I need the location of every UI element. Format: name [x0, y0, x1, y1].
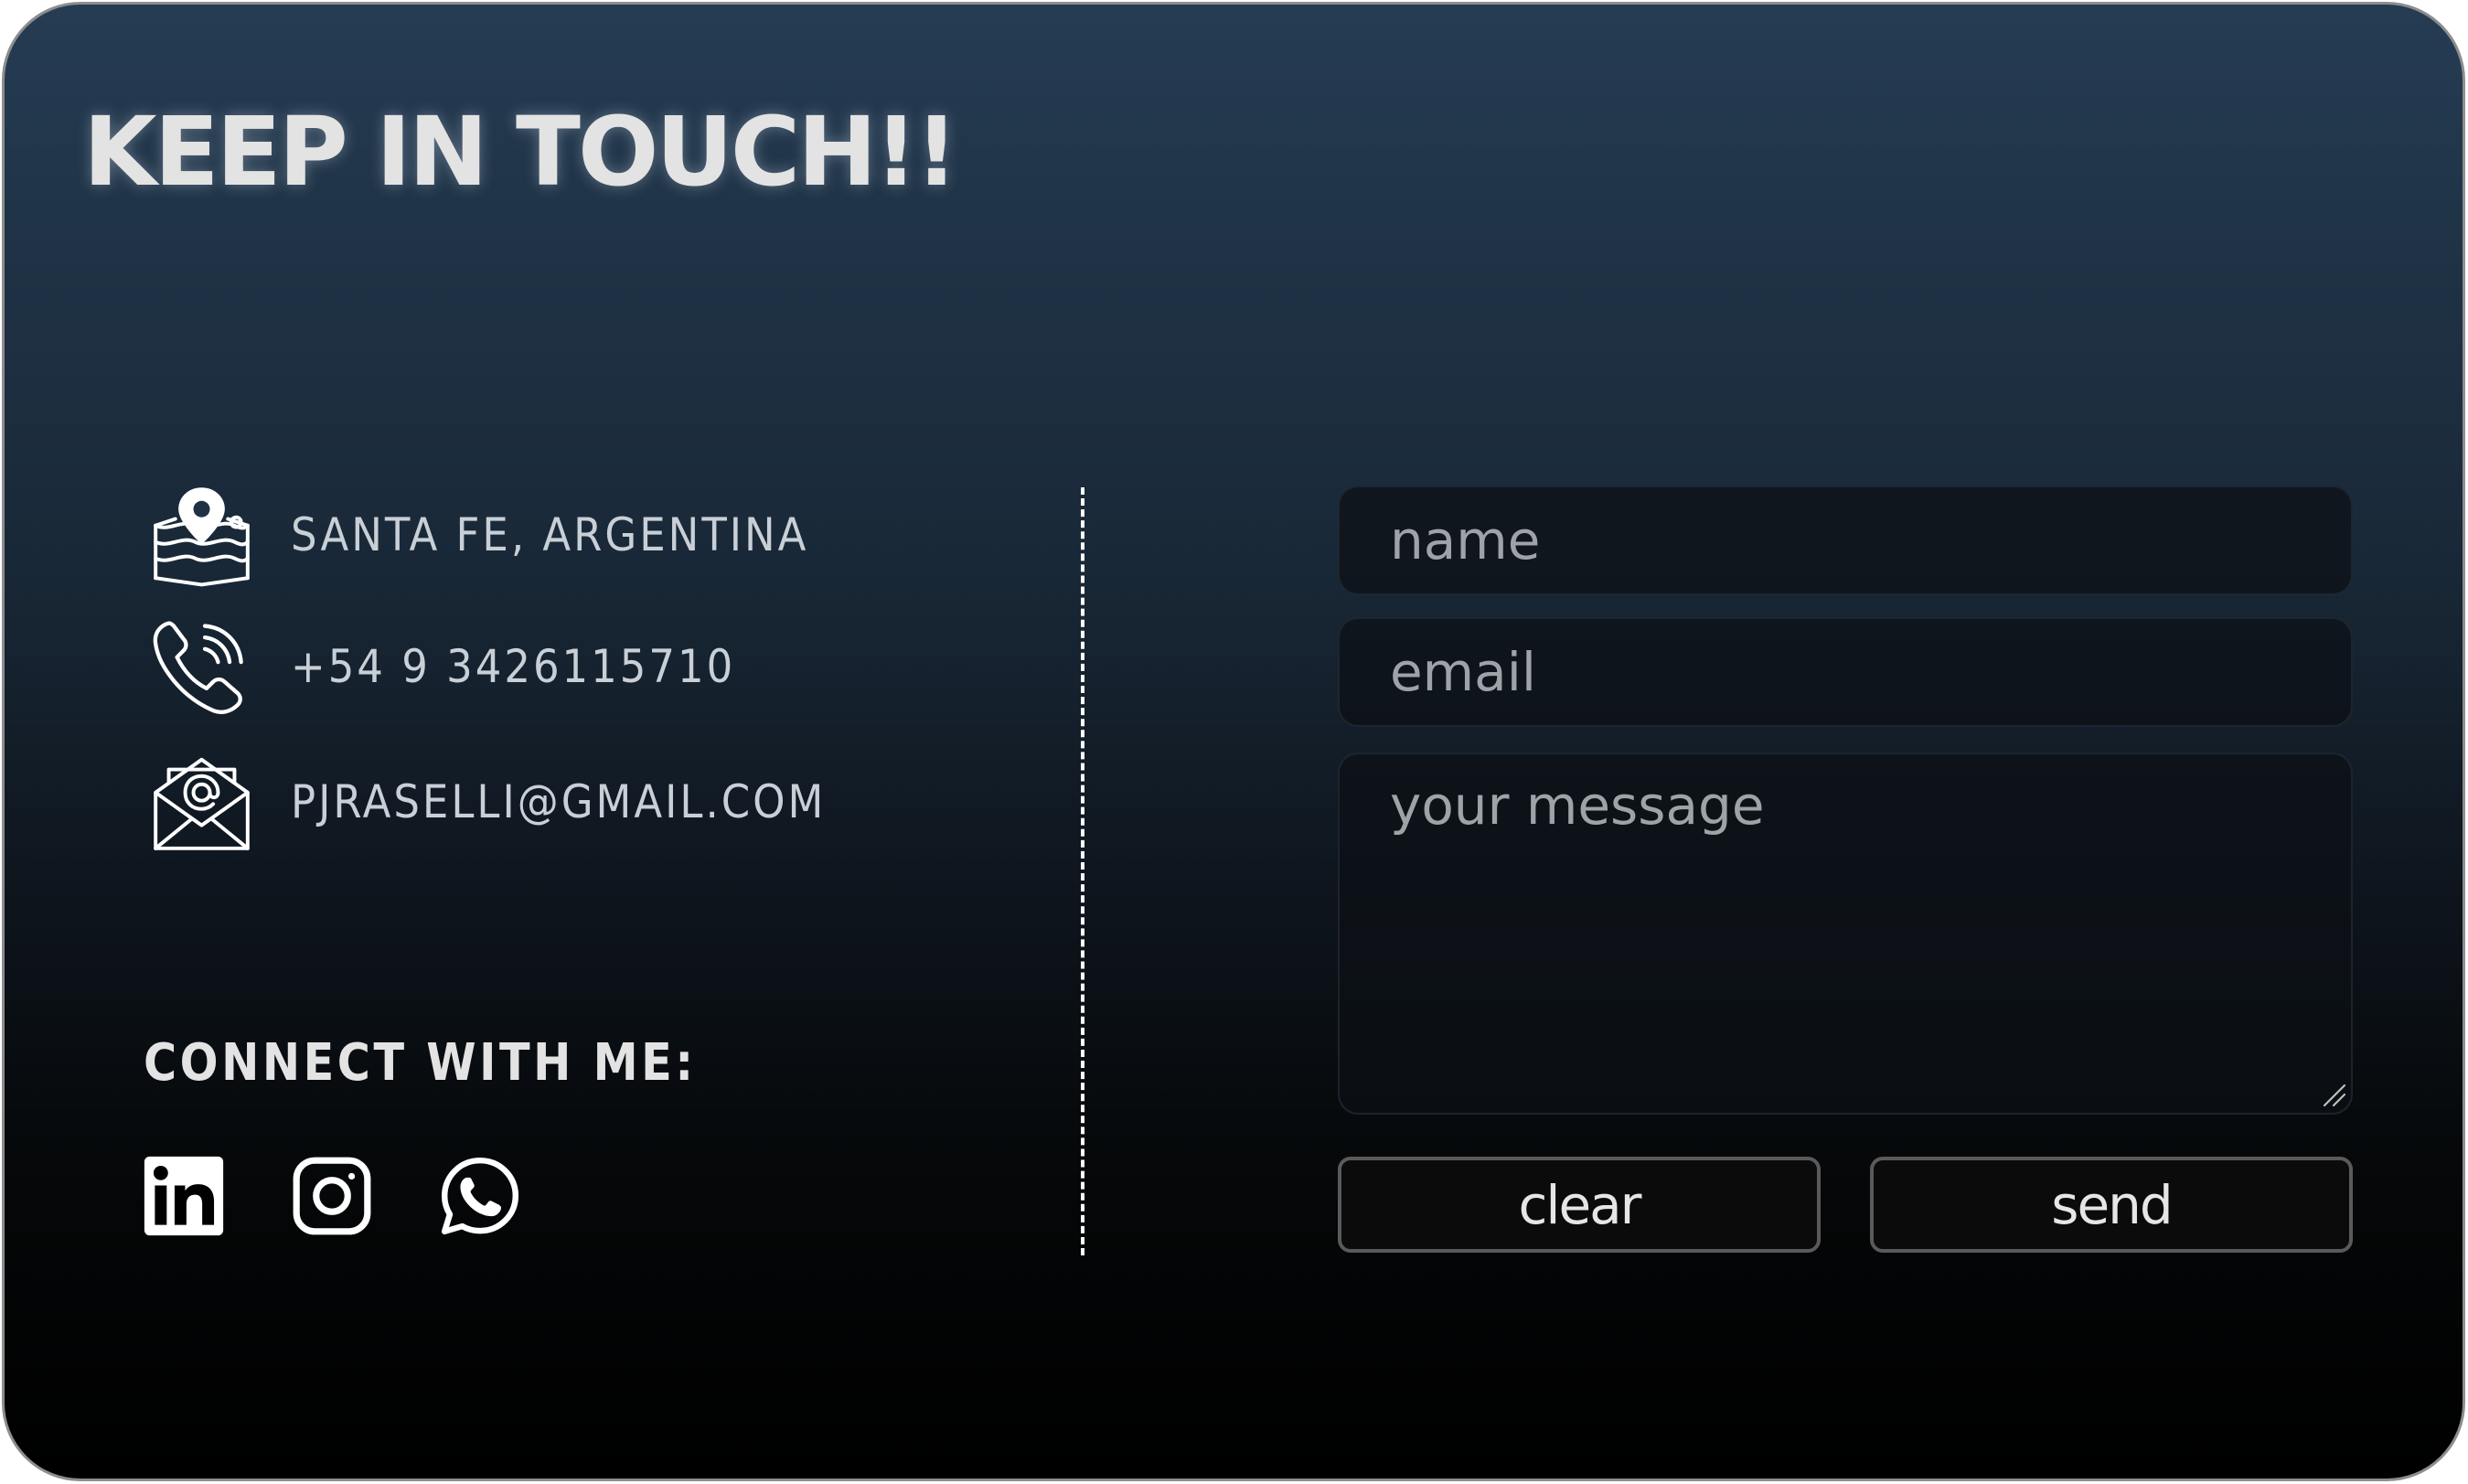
email-text: PJRASELLI@GMAIL.COM — [291, 775, 827, 828]
location-text: SANTA FE, ARGENTINA — [291, 508, 809, 561]
phone-icon — [153, 620, 243, 714]
column-divider — [1081, 487, 1084, 1255]
whatsapp-icon[interactable] — [438, 1154, 522, 1238]
envelope-icon — [154, 757, 250, 850]
connect-label: CONNECT WITH ME: — [144, 1033, 697, 1093]
send-button[interactable]: send — [1870, 1157, 2353, 1253]
resize-grip-icon[interactable] — [2321, 1082, 2348, 1109]
contact-phone: +54 9 3426115710 — [149, 612, 735, 721]
phone-text: +54 9 3426115710 — [291, 640, 736, 693]
name-input[interactable] — [1338, 486, 2353, 595]
clear-button[interactable]: clear — [1338, 1157, 1821, 1253]
message-textarea[interactable] — [1338, 753, 2353, 1115]
contact-location: SANTA FE, ARGENTINA — [149, 480, 808, 590]
map-pin-icon — [154, 486, 250, 586]
linkedin-icon[interactable] — [142, 1154, 226, 1238]
email-input[interactable] — [1338, 617, 2353, 727]
page-title: KEEP IN TOUCH!! — [83, 96, 958, 208]
contact-card: KEEP IN TOUCH!! SANTA FE, ARGENTINA +54 … — [2, 2, 2465, 1481]
contact-email: PJRASELLI@GMAIL.COM — [149, 747, 826, 857]
instagram-icon[interactable] — [290, 1154, 374, 1238]
